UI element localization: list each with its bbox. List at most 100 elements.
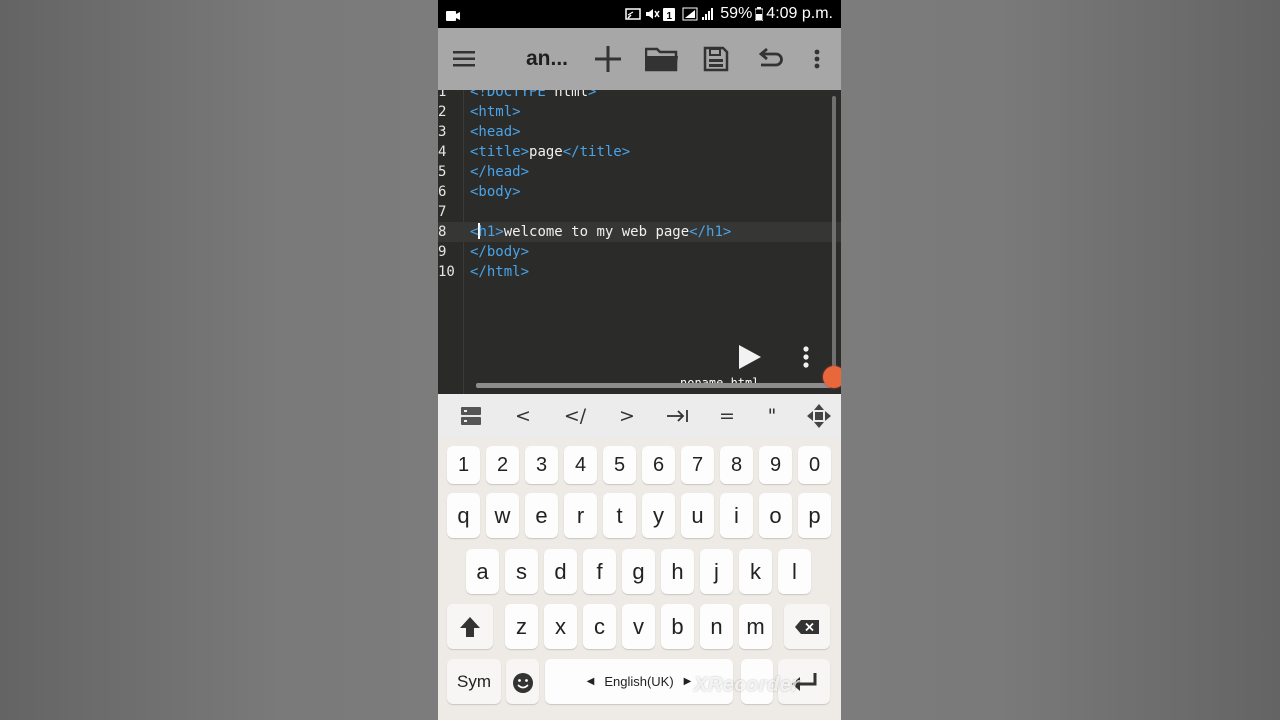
key-g[interactable]: g	[622, 549, 655, 594]
folder-icon[interactable]	[644, 28, 680, 90]
key-b[interactable]: b	[661, 604, 694, 649]
language-next-icon: ▶	[683, 676, 692, 687]
battery-percent: 59%	[720, 5, 753, 22]
key-4[interactable]: 4	[564, 446, 597, 484]
soft-keyboard: 1234567890 qwertyuiop asdfghjkl zxcvbnm Sym…	[438, 438, 841, 720]
html-tag-token: <html>	[470, 104, 521, 120]
key-h[interactable]: h	[661, 549, 694, 594]
code-line[interactable]: 9 </body>	[438, 242, 841, 262]
line-number: 5	[438, 164, 447, 180]
key-r[interactable]: r	[564, 493, 597, 538]
emoji-key[interactable]	[506, 659, 539, 704]
key-e[interactable]: e	[525, 493, 558, 538]
signal-icon	[682, 7, 698, 21]
key-k[interactable]: k	[739, 549, 772, 594]
code-text: <body>	[470, 182, 521, 202]
key-8[interactable]: 8	[720, 446, 753, 484]
key-a[interactable]: a	[466, 549, 499, 594]
menu-icon[interactable]	[448, 28, 480, 90]
key-m[interactable]: m	[739, 604, 772, 649]
key-j[interactable]: j	[700, 549, 733, 594]
line-number: 3	[438, 124, 447, 140]
code-line[interactable]: 2 <html>	[438, 102, 841, 122]
vertical-scrollbar[interactable]	[832, 96, 836, 380]
symbol-gt[interactable]: >	[607, 394, 647, 438]
key-l[interactable]: l	[778, 549, 811, 594]
key-z[interactable]: z	[505, 604, 538, 649]
key-6[interactable]: 6	[642, 446, 675, 484]
key-p[interactable]: p	[798, 493, 831, 538]
html-tag-token: </body>	[470, 244, 530, 260]
key-d[interactable]: d	[544, 549, 577, 594]
text-token: page	[529, 144, 563, 160]
line-number: 10	[438, 264, 455, 280]
horizontal-scrollbar[interactable]	[476, 383, 831, 388]
symbol-lt[interactable]: <	[503, 394, 543, 438]
line-number: 1	[438, 90, 447, 100]
key-f[interactable]: f	[583, 549, 616, 594]
code-line[interactable]: 5 </head>	[438, 162, 841, 182]
html-tag-token: <head>	[470, 124, 521, 140]
key-0[interactable]: 0	[798, 446, 831, 484]
code-line[interactable]: 8 <h1>welcome to my web page</h1>	[438, 222, 841, 242]
key-c[interactable]: c	[583, 604, 616, 649]
key-3[interactable]: 3	[525, 446, 558, 484]
play-icon[interactable]	[734, 340, 766, 374]
undo-icon[interactable]	[754, 28, 786, 90]
editor-more-icon[interactable]	[796, 342, 816, 372]
html-tag-token: <!DOCTYPE	[470, 90, 546, 100]
code-line[interactable]: 3 <head>	[438, 122, 841, 142]
key-w[interactable]: w	[486, 493, 519, 538]
app-toolbar: an...	[438, 28, 841, 90]
language-label: English(UK)	[604, 674, 674, 689]
code-text: <html>	[470, 102, 521, 122]
key-v[interactable]: v	[622, 604, 655, 649]
key-u[interactable]: u	[681, 493, 714, 538]
key-2[interactable]: 2	[486, 446, 519, 484]
key-s[interactable]: s	[505, 549, 538, 594]
symbol-close-tag[interactable]: </	[555, 394, 595, 438]
more-vert-icon[interactable]	[806, 28, 828, 90]
code-text: </html>	[470, 262, 529, 282]
html-tag-token: </head>	[470, 164, 530, 180]
shift-key[interactable]	[447, 604, 493, 649]
code-editor[interactable]: 1 <!DOCTYPE html> 2 <html> 3 <head> 4 <title>pa…	[438, 90, 841, 394]
code-line[interactable]: 7	[438, 202, 841, 222]
document-title[interactable]: an...	[516, 28, 578, 90]
key-o[interactable]: o	[759, 493, 792, 538]
code-text: <h1>welcome to my web page</h1>	[470, 222, 731, 242]
code-line[interactable]: 1 <!DOCTYPE html>	[438, 90, 841, 102]
text-token: html	[545, 90, 589, 100]
status-bar: 1 59% 4:09 p.m.	[438, 0, 841, 28]
tab-icon[interactable]	[658, 394, 698, 438]
key-5[interactable]: 5	[603, 446, 636, 484]
recorder-watermark: XRecorder	[694, 674, 800, 696]
key-1[interactable]: 1	[447, 446, 480, 484]
key-q[interactable]: q	[447, 493, 480, 538]
cast-icon	[625, 7, 642, 21]
key-t[interactable]: t	[603, 493, 636, 538]
save-icon[interactable]	[700, 28, 732, 90]
code-line[interactable]: 4 <title>page</title>	[438, 142, 841, 162]
symbol-quote[interactable]: "	[752, 394, 792, 438]
symbol-bar: < </ > = "	[438, 394, 841, 438]
snippets-icon[interactable]	[451, 394, 491, 438]
html-tag-token: h1>	[478, 224, 504, 240]
backspace-key[interactable]	[784, 604, 830, 649]
cursor-move-icon[interactable]	[799, 394, 839, 438]
symbol-equals[interactable]: =	[707, 394, 747, 438]
html-tag-token: </html>	[470, 264, 530, 280]
code-line[interactable]: 6 <body>	[438, 182, 841, 202]
code-line[interactable]: 10 </html>	[438, 262, 841, 282]
key-y[interactable]: y	[642, 493, 675, 538]
key-7[interactable]: 7	[681, 446, 714, 484]
key-9[interactable]: 9	[759, 446, 792, 484]
drag-handle[interactable]	[823, 366, 841, 388]
key-i[interactable]: i	[720, 493, 753, 538]
code-text: </body>	[470, 242, 529, 262]
html-tag-token: </h1>	[689, 224, 732, 240]
plus-icon[interactable]	[592, 28, 624, 90]
key-x[interactable]: x	[544, 604, 577, 649]
sym-key[interactable]: Sym	[447, 659, 501, 704]
key-n[interactable]: n	[700, 604, 733, 649]
